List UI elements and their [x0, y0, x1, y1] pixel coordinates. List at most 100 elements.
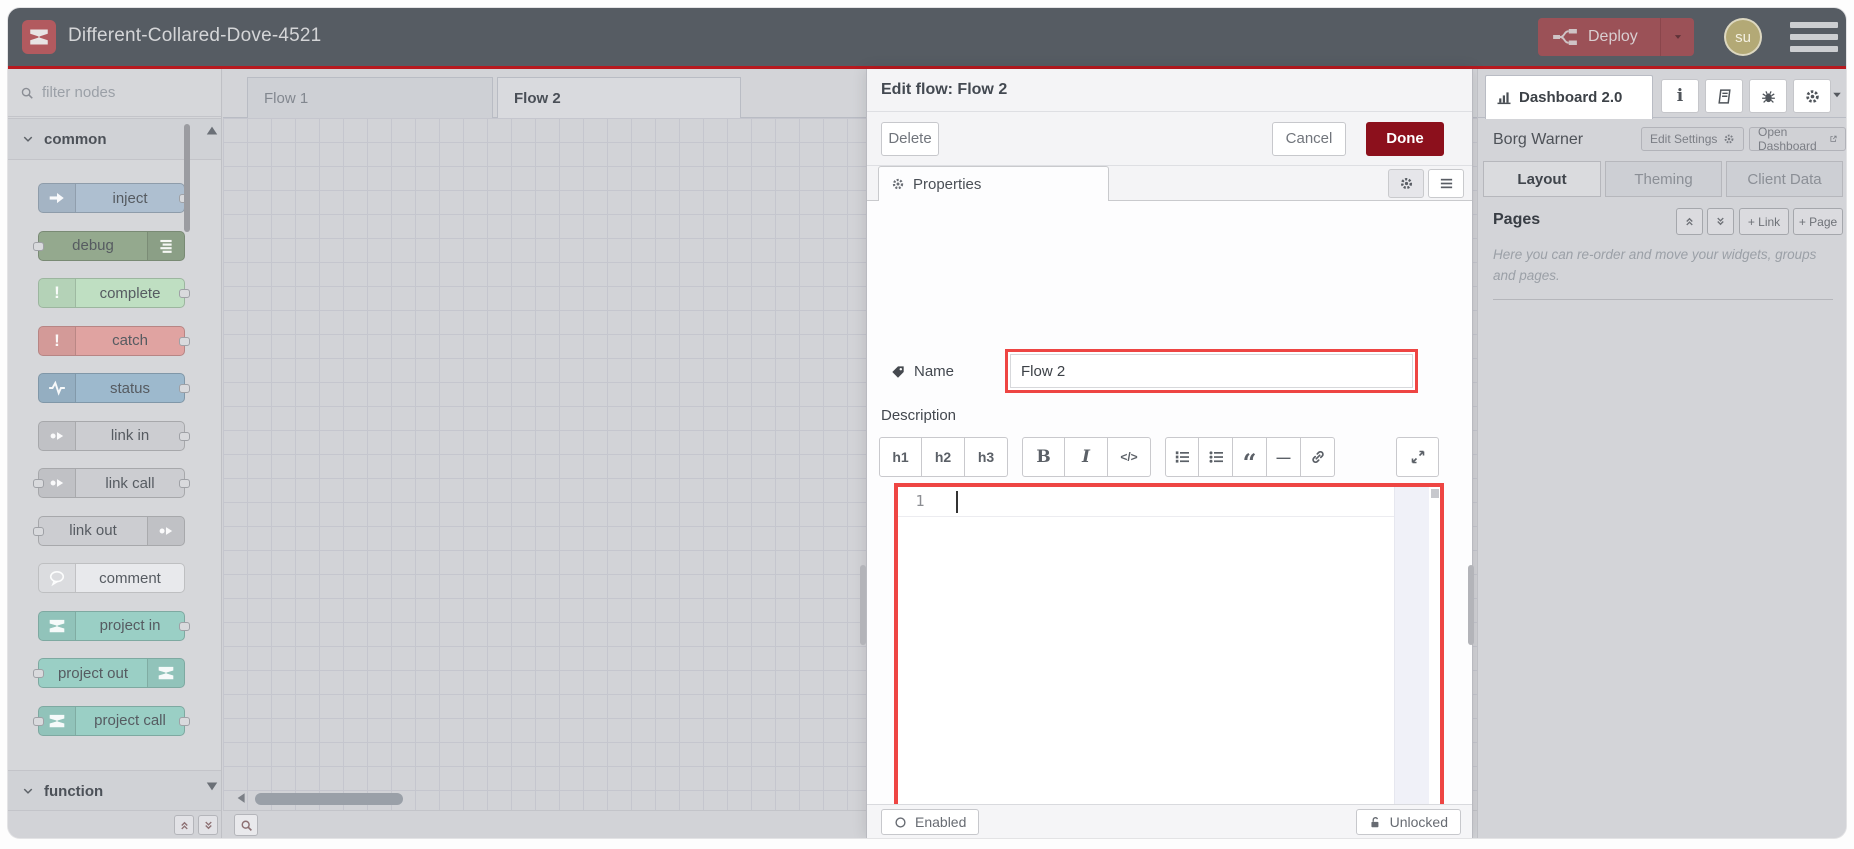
search-icon [241, 820, 252, 831]
palette-node-project-out[interactable]: project out [33, 658, 185, 688]
sidebar-menu-caret-icon[interactable] [1830, 89, 1844, 101]
tab-client-data[interactable]: Client Data [1726, 161, 1843, 197]
palette-node-label: project call [94, 712, 166, 729]
palette-scroll-down-icon[interactable] [204, 779, 220, 793]
tray-title: Edit flow: Flow 2 [881, 81, 1008, 98]
node-port-out [179, 289, 190, 298]
italic-button[interactable]: I [1065, 437, 1108, 477]
main-menu-button[interactable] [1790, 22, 1838, 52]
deploy-button[interactable]: Deploy [1538, 18, 1694, 56]
unordered-list-icon [1209, 451, 1223, 463]
gear-icon [1724, 134, 1734, 144]
double-chevron-up-icon [1686, 217, 1693, 226]
tray-resize-handle-right[interactable] [1468, 565, 1474, 645]
ordered-list-button[interactable] [1165, 437, 1199, 477]
header: Different-Collared-Dove-4521 Deploy su [8, 8, 1846, 66]
h2-button[interactable]: h2 [922, 437, 965, 477]
node-palette: filter nodes common inject debug! complete… [8, 69, 222, 838]
palette-node-link-in[interactable]: link in [38, 420, 190, 451]
chevron-down-icon [23, 136, 33, 142]
book-button[interactable] [1705, 79, 1743, 113]
flow-tab-flow-2[interactable]: Flow 2 [497, 77, 741, 118]
pages-section-title: Pages [1493, 211, 1541, 228]
collapse-all-categories-button[interactable] [174, 815, 194, 835]
editor-scrollbar[interactable] [1431, 489, 1439, 498]
caret-down-icon [1674, 35, 1681, 39]
edit-settings-button[interactable]: Edit Settings [1641, 127, 1745, 151]
node-port-in [33, 526, 44, 536]
pages-divider [1493, 299, 1833, 300]
bold-button[interactable]: B [1022, 437, 1065, 477]
flow-enabled-toggle[interactable]: Enabled [881, 809, 980, 835]
sidebar-tab-row: Dashboard 2.0 i [1478, 69, 1846, 119]
tab-layout[interactable]: Layout [1483, 161, 1601, 197]
palette-node-inject[interactable]: inject [38, 183, 190, 213]
open-dashboard-button[interactable]: Open Dashboard [1749, 125, 1846, 153]
palette-node-link-out[interactable]: link out [33, 515, 185, 546]
node-port-in [33, 479, 44, 488]
list-icon [1440, 178, 1452, 189]
tab-theming[interactable]: Theming [1605, 161, 1722, 197]
md-toolbar-group [1396, 437, 1439, 477]
add-page-button[interactable]: + Page [1793, 208, 1843, 235]
h3-button[interactable]: h3 [965, 437, 1008, 477]
edit-properties-button[interactable] [1388, 169, 1424, 198]
workspace-search-button[interactable] [234, 814, 258, 836]
palette-category-function[interactable]: function [8, 770, 221, 812]
palette-node-comment[interactable]: comment [38, 563, 185, 593]
tab-dashboard-2[interactable]: Dashboard 2.0 [1485, 75, 1653, 119]
horizontal-scrollbar[interactable] [255, 793, 403, 805]
gear-icon [892, 178, 904, 190]
cancel-button[interactable]: Cancel [1272, 121, 1346, 156]
gear-icon [1805, 89, 1819, 103]
user-avatar[interactable]: su [1724, 18, 1762, 56]
expand-button[interactable] [1396, 437, 1439, 477]
palette-scroll-up-icon[interactable] [204, 124, 220, 138]
flow-lock-toggle[interactable]: Unlocked [1355, 809, 1461, 835]
bug-button[interactable] [1749, 79, 1787, 113]
code-button[interactable]: </> [1108, 437, 1151, 477]
node-port-out [179, 621, 190, 631]
done-button[interactable]: Done [1366, 121, 1444, 156]
scroll-left-icon[interactable] [235, 791, 249, 805]
delete-button[interactable]: Delete [881, 121, 939, 156]
flow-tab-flow-1[interactable]: Flow 1 [247, 77, 493, 118]
deploy-options-button[interactable] [1660, 18, 1694, 56]
dashboard-tabs: Layout Theming Client Data [1478, 161, 1846, 197]
palette-node-label: link in [110, 427, 150, 444]
palette-node-link-call[interactable]: link call [33, 468, 190, 498]
gear-button[interactable] [1793, 79, 1831, 113]
palette-node-project-call[interactable]: project call [33, 705, 190, 736]
unordered-list-button[interactable] [1199, 437, 1233, 477]
palette-node-catch[interactable]: ! catch [38, 325, 190, 356]
palette-filter-input[interactable]: filter nodes [8, 69, 221, 117]
palette-node-status[interactable]: status [38, 373, 190, 403]
hr-button[interactable]: — [1267, 437, 1301, 477]
double-chevron-down-icon [204, 821, 212, 829]
palette-node-debug[interactable]: debug [33, 230, 185, 261]
description-label: Description [881, 407, 957, 424]
palette-scrollbar[interactable] [184, 124, 190, 232]
chevron-down-icon [23, 788, 33, 794]
description-list-button[interactable] [1428, 169, 1464, 198]
info-button[interactable]: i [1661, 79, 1699, 113]
link-button[interactable] [1301, 437, 1335, 477]
description-editor[interactable]: 1 ? [894, 483, 1444, 838]
node-red-logo-icon [22, 20, 56, 54]
md-toolbar-group: h1 h2 h3 [879, 437, 1008, 477]
expand-all-categories-button[interactable] [198, 815, 218, 835]
palette-node-complete[interactable]: ! complete [38, 278, 190, 308]
circle-icon [895, 816, 906, 828]
h1-button[interactable]: h1 [879, 437, 922, 477]
tray-toolbar: Delete Cancel Done [867, 112, 1472, 166]
tray-resize-handle-left[interactable] [860, 565, 866, 645]
move-down-button[interactable] [1707, 208, 1734, 235]
palette-node-project-in[interactable]: project in [38, 610, 190, 641]
add-link-button[interactable]: + Link [1739, 208, 1789, 235]
flow-name-input[interactable]: Flow 2 [1010, 354, 1413, 388]
quote-button[interactable]: “ [1233, 437, 1267, 477]
double-chevron-up-icon [180, 821, 188, 829]
tab-properties[interactable]: Properties [878, 166, 1109, 201]
name-field-highlight: Flow 2 [1005, 349, 1418, 393]
move-up-button[interactable] [1676, 208, 1703, 235]
